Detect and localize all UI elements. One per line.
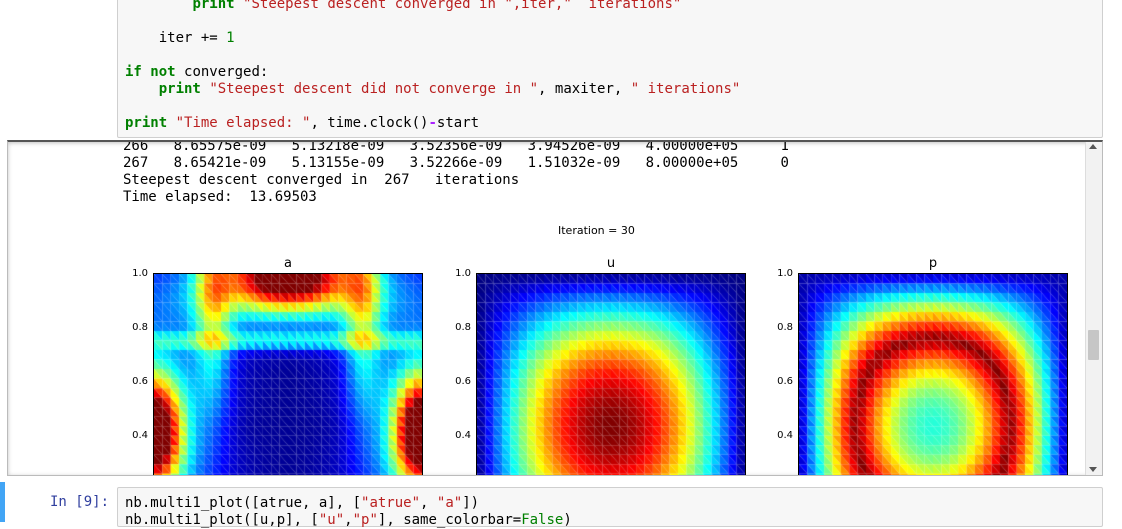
heatmap-canvas-u — [477, 274, 745, 475]
code-line: print "Time elapsed: ", time.clock()-sta… — [125, 115, 480, 131]
output-scrollbar[interactable] — [1085, 142, 1102, 475]
scroll-down-arrow-icon[interactable] — [1089, 467, 1097, 472]
output-line: Time elapsed: 13.69503 — [123, 189, 317, 205]
heatmap-a — [153, 273, 423, 475]
panel-title: a — [284, 256, 292, 271]
scroll-up-arrow-icon[interactable] — [1089, 144, 1097, 149]
output-area[interactable]: 266 8.65575e-09 5.13218e-09 3.52356e-09 … — [7, 140, 1103, 476]
output-line: 267 8.65421e-09 5.13155e-09 3.52266e-09 … — [123, 155, 789, 171]
cell-prompt: In [9]: — [50, 494, 110, 510]
code-line: if not converged: — [125, 64, 269, 80]
panel-title: p — [928, 256, 938, 271]
ytick: 0.4 — [132, 430, 148, 441]
ytick: 0.6 — [132, 376, 148, 387]
ytick: 0.6 — [777, 376, 793, 387]
output-line: 266 8.65575e-09 5.13218e-09 3.52356e-09 … — [123, 140, 789, 154]
code-editor[interactable]: nb.multi1_plot([atrue, a], ["atrue", "a"… — [117, 487, 1103, 528]
cell-selection-indicator — [0, 482, 5, 522]
heatmap-p — [798, 273, 1068, 475]
heatmap-canvas-a — [154, 274, 422, 475]
ytick: 1.0 — [455, 268, 471, 279]
code-line: print "Steepest descent did not converge… — [158, 81, 741, 97]
figure: Iteration = 30 a 1.0 0.8 0.6 0.4 u 1.0 0… — [8, 212, 1088, 475]
scroll-thumb[interactable] — [1088, 330, 1099, 360]
panel-title: u — [606, 256, 616, 271]
code-editor[interactable]: print "Steepest descent converged in ",i… — [117, 0, 1103, 138]
code-line: nb.multi1_plot([u,p], ["u","p"], same_co… — [125, 512, 572, 528]
ytick: 0.8 — [455, 322, 471, 333]
figure-title: Iteration = 30 — [558, 224, 635, 237]
ytick: 0.4 — [455, 430, 471, 441]
code-line: iter += 1 — [158, 30, 235, 46]
code-line: print "Steepest descent converged in ",i… — [192, 0, 682, 12]
output-line: Steepest descent converged in 267 iterat… — [123, 172, 520, 188]
ytick: 1.0 — [132, 268, 148, 279]
heatmap-u — [476, 273, 746, 475]
ytick: 0.6 — [455, 376, 471, 387]
ytick: 0.8 — [777, 322, 793, 333]
ytick: 0.8 — [132, 322, 148, 333]
code-cell[interactable]: print "Steepest descent converged in ",i… — [0, 0, 1122, 140]
code-line: nb.multi1_plot([atrue, a], ["atrue", "a"… — [125, 495, 480, 511]
ytick: 1.0 — [777, 268, 793, 279]
ytick: 0.4 — [777, 430, 793, 441]
heatmap-canvas-p — [799, 274, 1067, 475]
